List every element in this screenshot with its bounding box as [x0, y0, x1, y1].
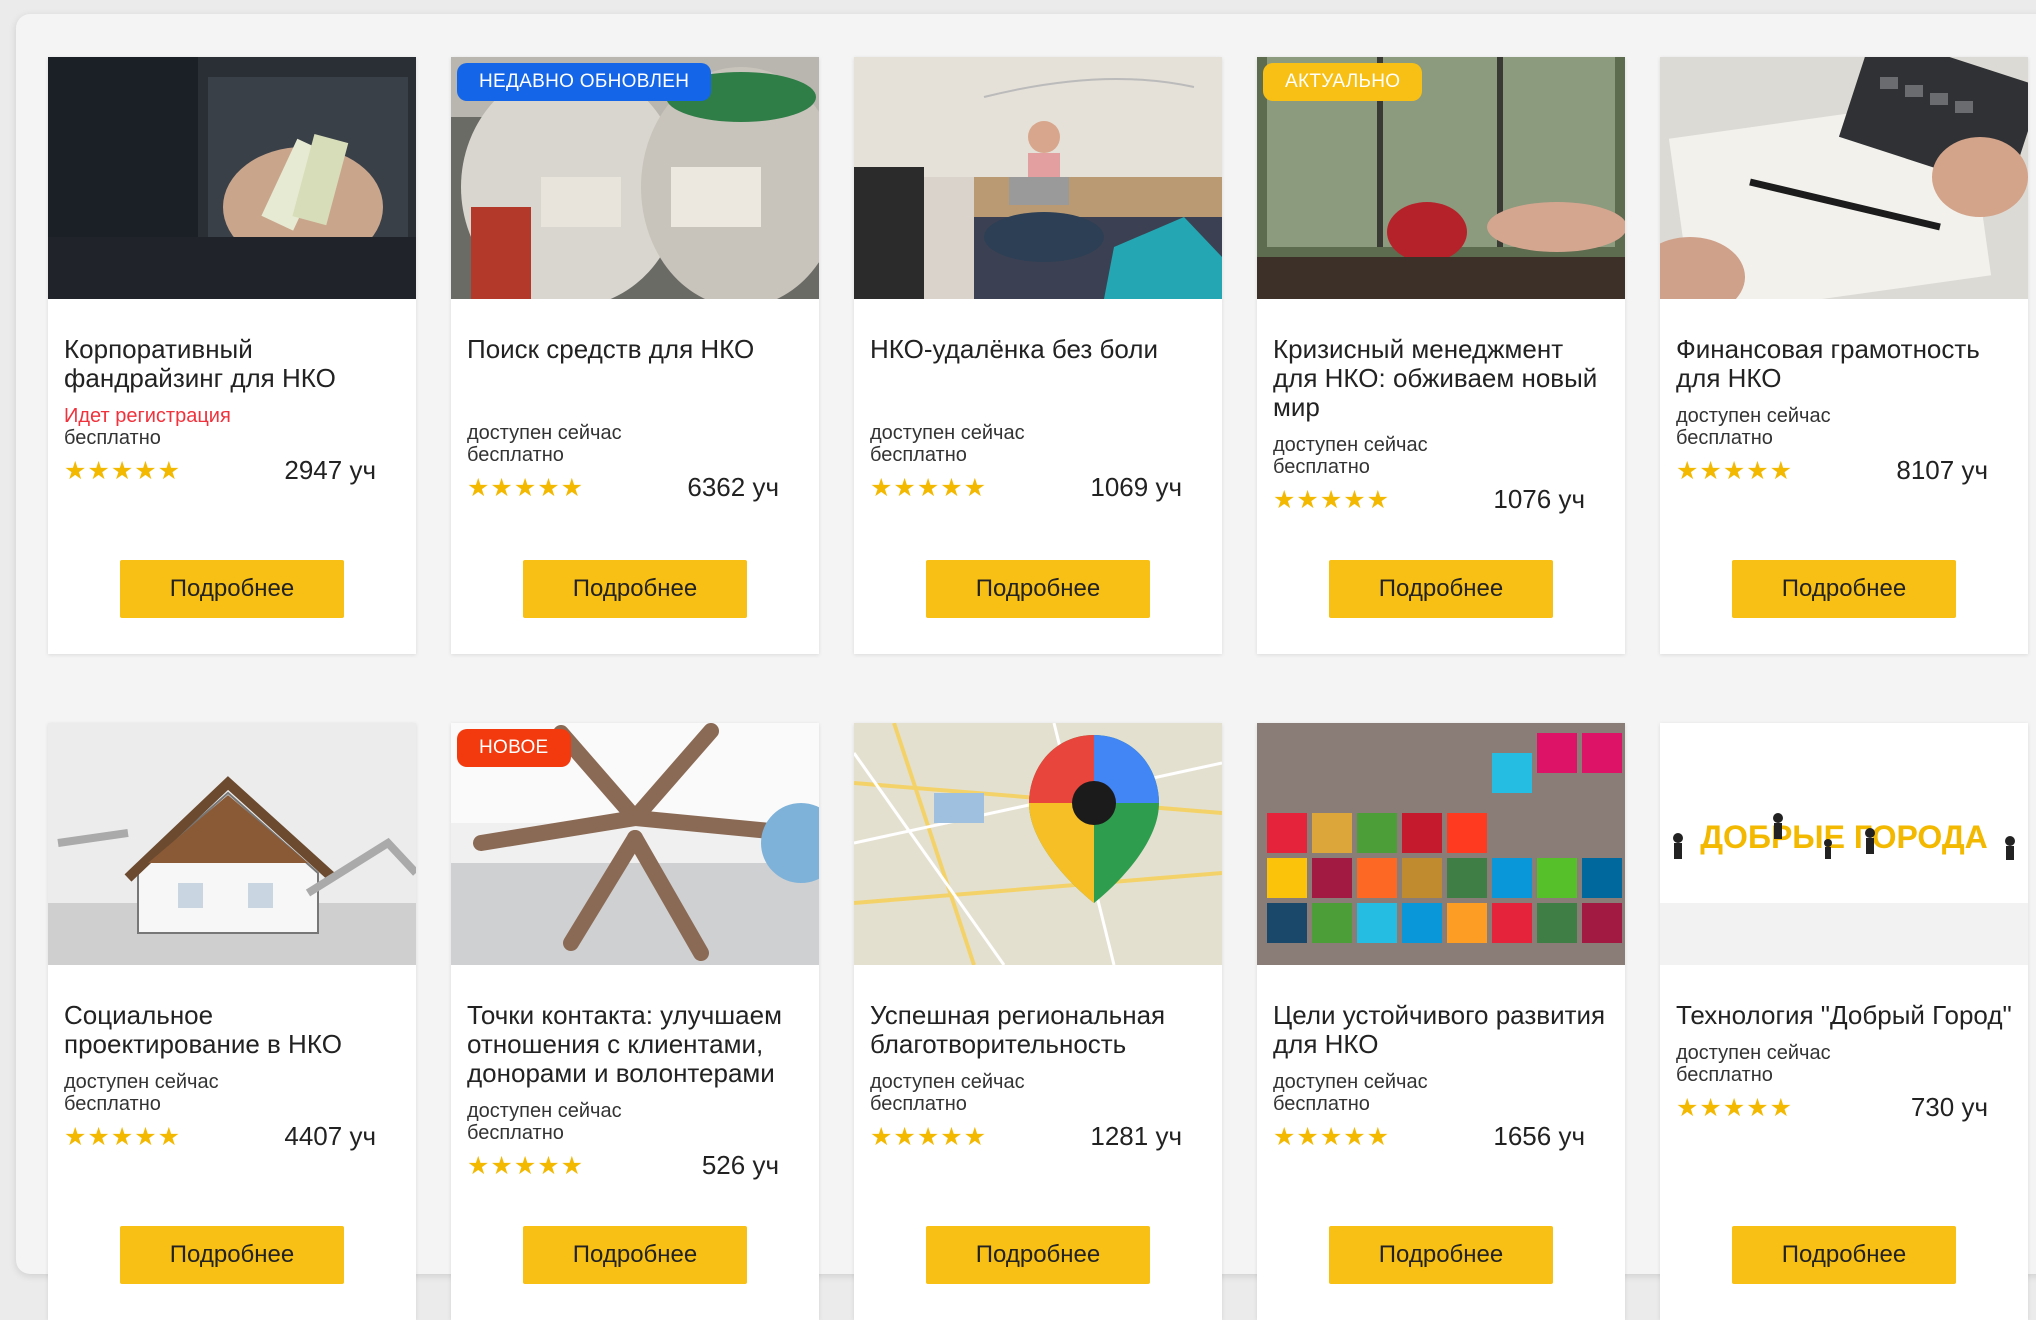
- details-button[interactable]: Подробнее: [120, 560, 344, 618]
- participants-count: 4407 уч: [284, 1121, 376, 1151]
- course-title: Цели устойчивого развития для НКО: [1273, 1000, 1606, 1059]
- course-image[interactable]: [1660, 57, 2028, 299]
- course-card[interactable]: Корпоративный фандрайзинг для НКО Идет р…: [48, 57, 416, 654]
- course-title: Корпоративный фандрайзинг для НКО: [64, 334, 336, 393]
- details-button[interactable]: Подробнее: [1732, 560, 1956, 618]
- details-button[interactable]: Подробнее: [1732, 1226, 1956, 1284]
- participants-count: 6362 уч: [687, 472, 779, 502]
- price-label: бесплатно: [1273, 1093, 1370, 1115]
- availability-status: доступен сейчас: [467, 422, 622, 444]
- details-button[interactable]: Подробнее: [523, 1226, 747, 1284]
- course-title: Кризисный менеджмент для НКО: обживаем н…: [1273, 334, 1598, 422]
- availability-status: доступен сейчас: [870, 422, 1025, 444]
- course-grid: Корпоративный фандрайзинг для НКО Идет р…: [48, 57, 2028, 1320]
- rating-stars-icon: ★★★★★: [1273, 485, 1391, 514]
- course-image[interactable]: [48, 57, 416, 299]
- price-label: бесплатно: [64, 1093, 161, 1115]
- availability-status: доступен сейчас: [1676, 405, 1831, 427]
- course-image[interactable]: НЕДАВНО ОБНОВЛЕН: [451, 57, 819, 299]
- price-label: бесплатно: [870, 1093, 967, 1115]
- participants-count: 2947 уч: [284, 455, 376, 485]
- course-title: Точки контакта: улучшаем отношения с кли…: [467, 1000, 782, 1088]
- details-button[interactable]: Подробнее: [1329, 560, 1553, 618]
- course-image[interactable]: [48, 723, 416, 965]
- course-title: Социальное проектирование в НКО: [64, 1000, 342, 1059]
- price-label: бесплатно: [467, 444, 564, 466]
- rating-stars-icon: ★★★★★: [1676, 456, 1794, 485]
- price-label: бесплатно: [1676, 1064, 1773, 1086]
- rating-stars-icon: ★★★★★: [1273, 1122, 1391, 1151]
- course-card[interactable]: Социальное проектирование в НКО доступен…: [48, 723, 416, 1320]
- course-card[interactable]: НЕДАВНО ОБНОВЛЕН Поиск средств для НКО д…: [451, 57, 819, 654]
- participants-count: 1281 уч: [1090, 1121, 1182, 1151]
- participants-count: 8107 уч: [1896, 455, 1988, 485]
- price-label: бесплатно: [1676, 427, 1773, 449]
- participants-count: 1069 уч: [1090, 472, 1182, 502]
- availability-status: доступен сейчас: [64, 1071, 219, 1093]
- availability-status: доступен сейчас: [870, 1071, 1025, 1093]
- availability-status: доступен сейчас: [1676, 1042, 1831, 1064]
- course-badge: НОВОЕ: [457, 729, 571, 767]
- course-image[interactable]: [1257, 723, 1625, 965]
- rating-stars-icon: ★★★★★: [467, 473, 585, 502]
- course-title: Технология "Добрый Город": [1676, 1000, 2012, 1030]
- course-image[interactable]: [854, 57, 1222, 299]
- details-button[interactable]: Подробнее: [926, 1226, 1150, 1284]
- course-card[interactable]: АКТУАЛЬНО Кризисный менеджмент для НКО: …: [1257, 57, 1625, 654]
- course-badge: НЕДАВНО ОБНОВЛЕН: [457, 63, 712, 101]
- price-label: бесплатно: [467, 1122, 564, 1144]
- details-button[interactable]: Подробнее: [1329, 1226, 1553, 1284]
- course-card[interactable]: Финансовая грамотность для НКО доступен …: [1660, 57, 2028, 654]
- rating-stars-icon: ★★★★★: [64, 1122, 182, 1151]
- price-label: бесплатно: [1273, 456, 1370, 478]
- availability-status: доступен сейчас: [1273, 1071, 1428, 1093]
- course-card[interactable]: НОВОЕ Точки контакта: улучшаем отношения…: [451, 723, 819, 1320]
- details-button[interactable]: Подробнее: [523, 560, 747, 618]
- course-card[interactable]: Цели устойчивого развития для НКО доступ…: [1257, 723, 1625, 1320]
- participants-count: 730 уч: [1910, 1092, 1988, 1122]
- course-title: Успешная региональная благотворительност…: [870, 1000, 1166, 1059]
- rating-stars-icon: ★★★★★: [467, 1151, 585, 1180]
- rating-stars-icon: ★★★★★: [64, 456, 182, 485]
- participants-count: 1656 уч: [1493, 1121, 1585, 1151]
- course-image[interactable]: НОВОЕ: [451, 723, 819, 965]
- details-button[interactable]: Подробнее: [926, 560, 1150, 618]
- course-title: Финансовая грамотность для НКО: [1676, 334, 1980, 393]
- participants-count: 1076 уч: [1493, 484, 1585, 514]
- availability-status: доступен сейчас: [1273, 434, 1428, 456]
- course-card[interactable]: ДОБРЫЕ ГОРОДА Технология "Добрый Город" …: [1660, 723, 2028, 1320]
- course-badge: АКТУАЛЬНО: [1263, 63, 1423, 101]
- details-button[interactable]: Подробнее: [120, 1226, 344, 1284]
- rating-stars-icon: ★★★★★: [870, 473, 988, 502]
- rating-stars-icon: ★★★★★: [1676, 1093, 1794, 1122]
- course-image[interactable]: ДОБРЫЕ ГОРОДА: [1660, 723, 2028, 965]
- course-image[interactable]: АКТУАЛЬНО: [1257, 57, 1625, 299]
- course-card[interactable]: НКО-удалёнка без боли доступен сейчас бе…: [854, 57, 1222, 654]
- course-title: Поиск средств для НКО: [467, 334, 755, 364]
- course-card[interactable]: Успешная региональная благотворительност…: [854, 723, 1222, 1320]
- registration-status: Идет регистрация: [64, 405, 231, 427]
- price-label: бесплатно: [870, 444, 967, 466]
- city-logo: ДОБРЫЕ ГОРОДА: [1700, 819, 1988, 855]
- participants-count: 526 уч: [701, 1150, 779, 1180]
- course-title: НКО-удалёнка без боли: [870, 334, 1159, 364]
- availability-status: доступен сейчас: [467, 1100, 622, 1122]
- course-image[interactable]: [854, 723, 1222, 965]
- rating-stars-icon: ★★★★★: [870, 1122, 988, 1151]
- price-label: бесплатно: [64, 427, 161, 449]
